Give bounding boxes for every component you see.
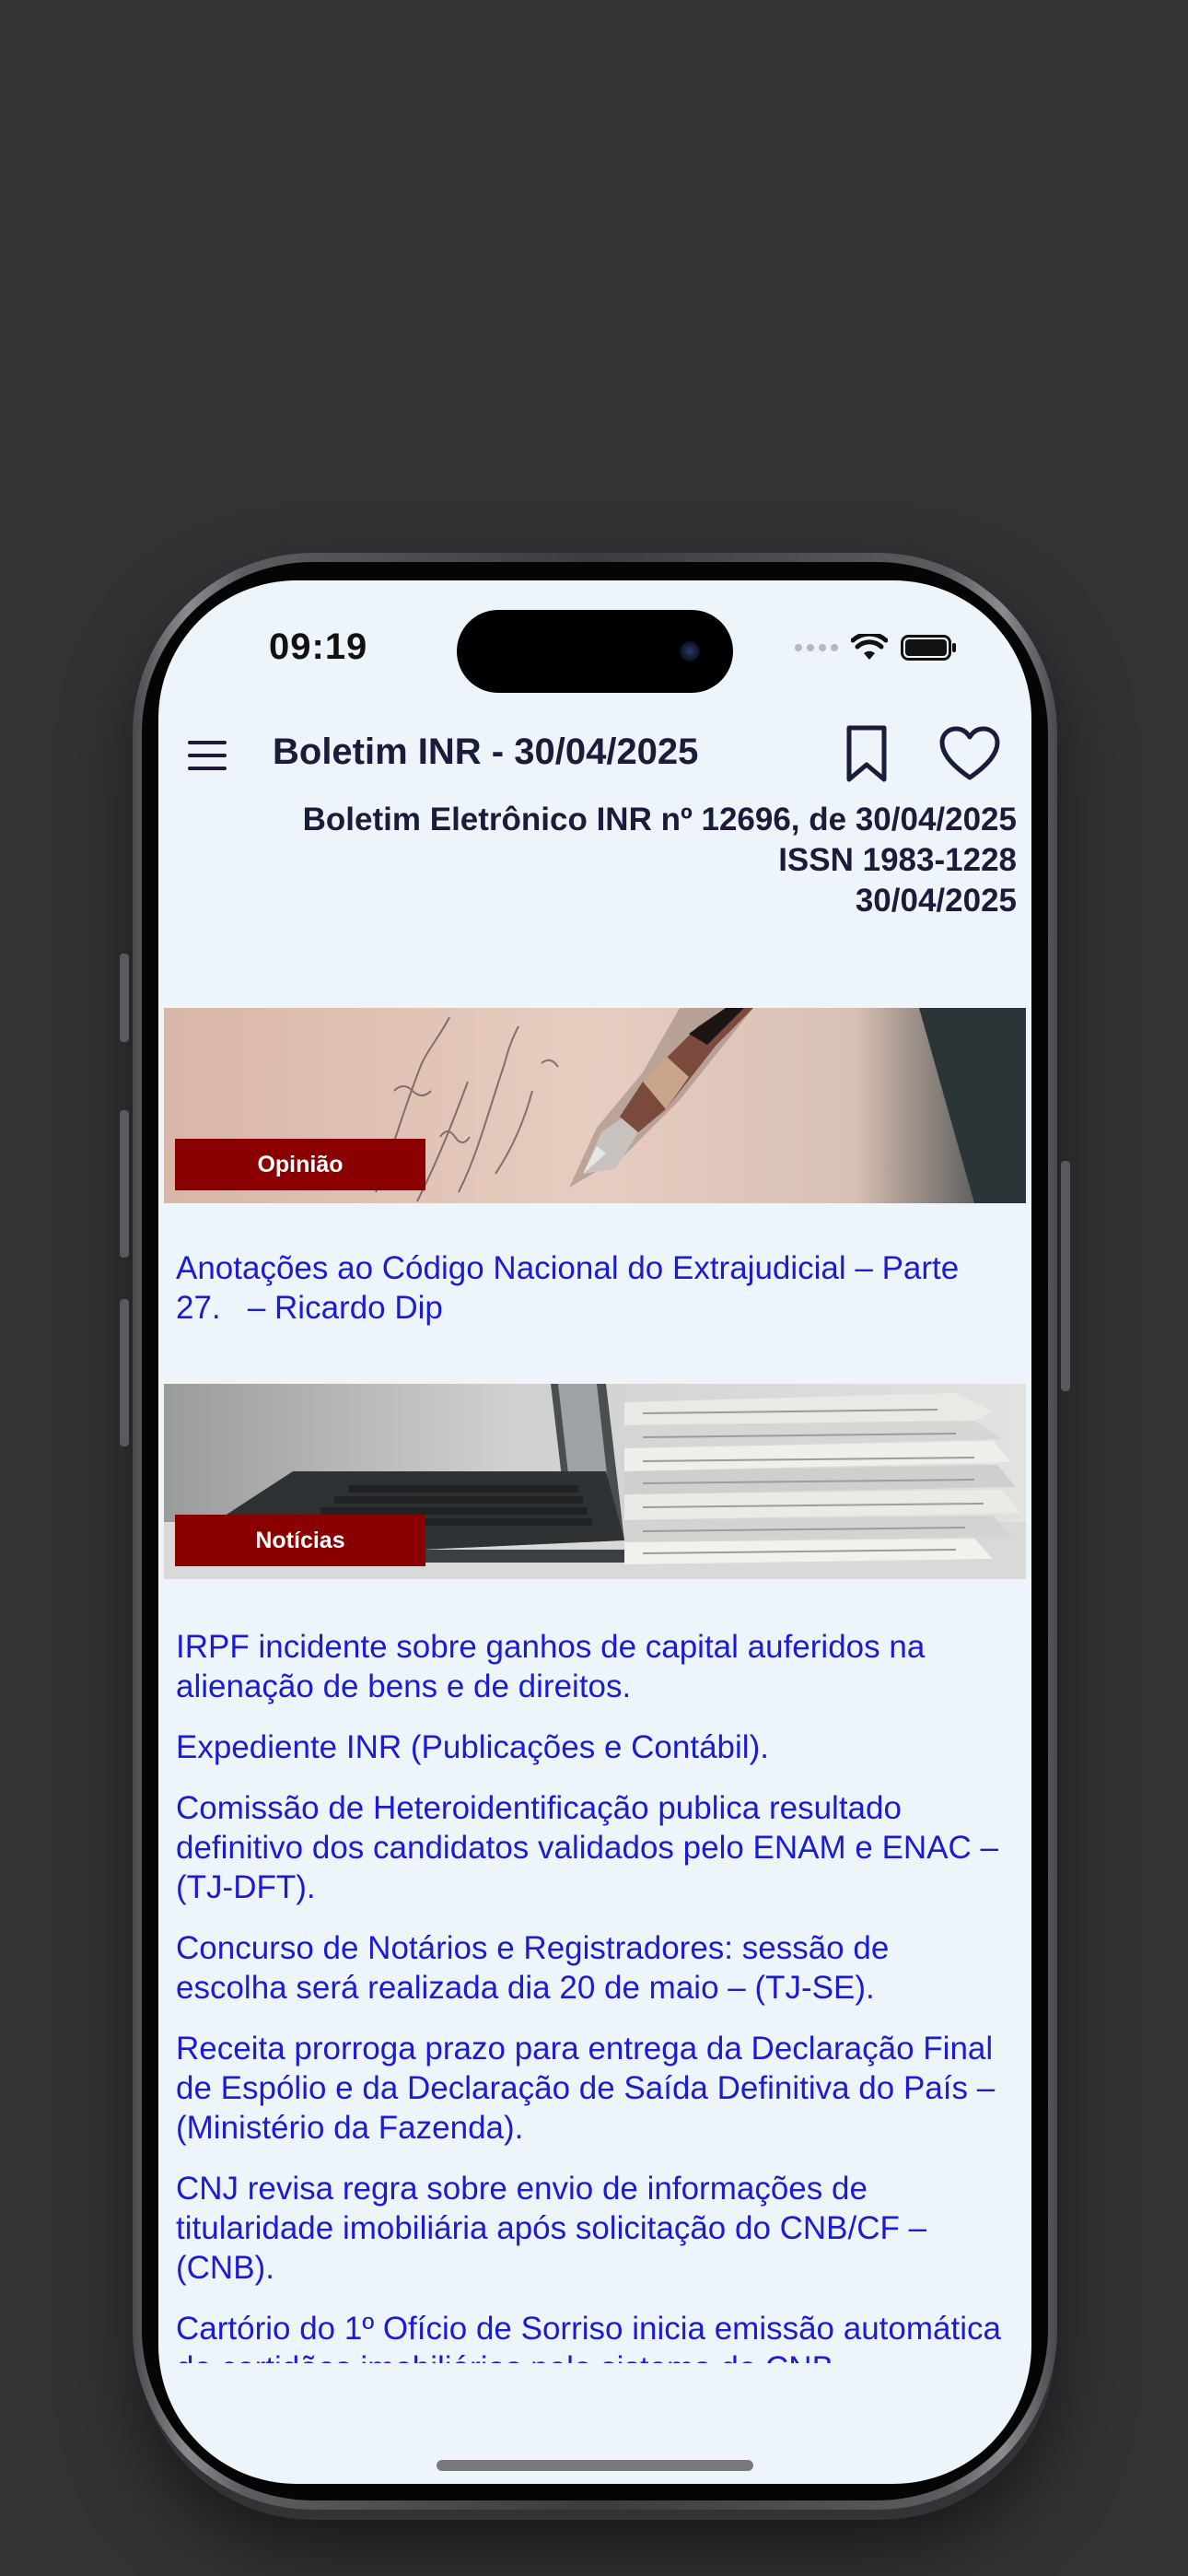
device-volume-down-button (120, 1299, 129, 1446)
camera-icon (680, 641, 700, 662)
article-link[interactable]: IRPF incidente sobre ganhos de capital a… (176, 1627, 1031, 1706)
article-link[interactable]: Concurso de Notários e Registradores: se… (176, 1928, 1031, 2008)
section-banner-noticias[interactable]: Notícias (164, 1384, 1026, 1579)
bulletin-issn: ISSN 1983-1228 (778, 842, 1017, 878)
cellular-signal-icon (795, 644, 838, 651)
article-link[interactable]: Comissão de Heteroidentificação publica … (176, 1788, 1031, 1907)
content-area: 09:19 Boletim INR - 30/04/2025 Boletim E… (158, 580, 1031, 2363)
device-action-button (120, 954, 129, 1042)
app-bar: Boletim INR - 30/04/2025 (158, 719, 1031, 792)
dynamic-island (457, 610, 733, 693)
battery-icon (901, 635, 956, 661)
page-title: Boletim INR - 30/04/2025 (273, 732, 699, 772)
app-screen: 09:19 Boletim INR - 30/04/2025 Boletim E… (158, 580, 1031, 2484)
bulletin-header: Boletim Eletrônico INR nº 12696, de 30/0… (303, 800, 1017, 921)
section-banner-opiniao[interactable]: Opinião (164, 1008, 1026, 1203)
article-link[interactable]: Cartório do 1º Ofício de Sorriso inicia … (176, 2309, 1031, 2363)
article-link[interactable]: CNJ revisa regra sobre envio de informaç… (176, 2169, 1031, 2288)
heart-icon[interactable] (939, 726, 1000, 781)
article-link[interactable]: Anotações ao Código Nacional do Extrajud… (176, 1248, 1031, 1328)
bulletin-date: 30/04/2025 (855, 883, 1017, 919)
status-time: 09:19 (269, 626, 368, 667)
bulletin-number: Boletim Eletrônico INR nº 12696, de 30/0… (302, 802, 1017, 837)
device-power-button (1061, 1161, 1070, 1391)
article-link[interactable]: Receita prorroga prazo para entrega da D… (176, 2029, 1031, 2148)
section-label: Opinião (175, 1139, 425, 1190)
bookmark-icon[interactable] (842, 724, 891, 783)
article-link[interactable]: Expediente INR (Publicações e Contábil). (176, 1727, 1031, 1767)
section-label: Notícias (175, 1515, 425, 1566)
status-icons (795, 634, 958, 662)
wifi-icon (851, 634, 888, 660)
device-volume-up-button (120, 1110, 129, 1258)
hamburger-menu-icon[interactable] (186, 735, 228, 776)
home-indicator[interactable] (437, 2460, 753, 2471)
